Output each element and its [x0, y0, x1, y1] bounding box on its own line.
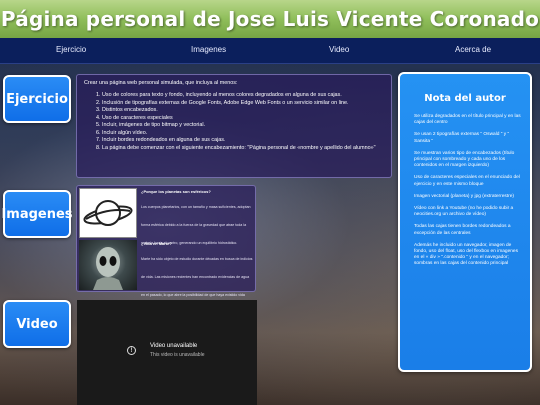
- exercise-intro: Crear una página web personal simulada, …: [84, 80, 238, 86]
- section-label-video: Video: [3, 300, 71, 348]
- warning-icon: !: [127, 346, 136, 355]
- author-note-item: Uso de caracteres especiales en el enunc…: [414, 175, 520, 187]
- alien-image: [79, 240, 137, 290]
- author-note-item: Todas las cajas tienen bordes redondeado…: [414, 224, 511, 236]
- video-unavailable-subtitle: This video is unavailable: [150, 352, 205, 358]
- planet-article-text: Los cuerpos planetarios, con un tamaño y…: [141, 205, 251, 245]
- nav-video[interactable]: Video: [329, 45, 349, 54]
- nav-acerca-de[interactable]: Acerca de: [455, 45, 491, 54]
- planet-article: ¿Porque los planetas son esféricos? Los …: [141, 189, 253, 249]
- author-note-item: Imagen vectorial (planeta) y jpg (extrat…: [414, 193, 514, 199]
- main-nav: Ejercicio Imagenes Video Acerca de: [0, 38, 540, 64]
- exercise-item: 1. Uso de colores para texto y fondo, in…: [96, 92, 342, 98]
- exercise-item: 4. Uso de caracteres especiales: [96, 114, 173, 121]
- section-label-ejercicio: Ejercicio: [3, 75, 71, 123]
- exercise-item: 2. Inclusión de tipografías externas de …: [96, 99, 349, 106]
- planet-article-title: ¿Porque los planetas son esféricos?: [141, 189, 211, 194]
- video-unavailable-title: Video unavailable: [150, 343, 198, 349]
- section-label-imagenes: Imagenes: [1, 190, 73, 238]
- exercise-panel: Crear una página web personal simulada, …: [76, 74, 392, 178]
- author-note-heading: Nota del autor: [424, 93, 506, 104]
- nav-imagenes[interactable]: Imagenes: [191, 45, 226, 54]
- exercise-item: 6. Incluir algún vídeo.: [96, 129, 148, 136]
- nav-ejercicio[interactable]: Ejercicio: [56, 45, 86, 54]
- exercise-item: 3. Distintos encabezados.: [96, 107, 158, 113]
- planet-icon: [83, 200, 133, 226]
- alien-article-title: ¿Vida en Marte?: [141, 241, 172, 246]
- planet-image: [79, 188, 137, 238]
- exercise-list: 1. Uso de colores para texto y fondo, in…: [84, 92, 384, 152]
- author-notes-list: Se utiliza degradados en el título princ…: [400, 104, 530, 268]
- images-panel: ¿Porque los planetas son esféricos? Los …: [76, 185, 256, 315]
- exercise-item: 5. Incluir, imágenes de tipo bitmap y ve…: [96, 122, 206, 128]
- author-note-item: Se utiliza degradados en el título princ…: [414, 114, 521, 126]
- page-header: Página personal de Jose Luis Vicente Cor…: [0, 0, 540, 38]
- alien-face-icon: [93, 247, 123, 290]
- exercise-item: 8. La página debe comenzar con el siguie…: [96, 144, 376, 151]
- author-note-item: Se usan 2 tipografías externas " Oswald …: [414, 132, 510, 144]
- author-note-item: Se muestran varios tipo de encabezados (…: [414, 150, 515, 169]
- video-player[interactable]: ! Video unavailable This video is unavai…: [77, 300, 257, 405]
- page-title: Página personal de Jose Luis Vicente Cor…: [0, 7, 540, 31]
- author-note-item: Además he incluido un navegador, imagen …: [414, 242, 519, 267]
- author-note-item: Vídeo con link a Youtube (no he podido s…: [414, 206, 514, 218]
- author-note-box: Nota del autor Se utiliza degradados en …: [398, 72, 532, 372]
- exercise-item: 7. Incluir bordes redondeados en alguna …: [96, 137, 226, 143]
